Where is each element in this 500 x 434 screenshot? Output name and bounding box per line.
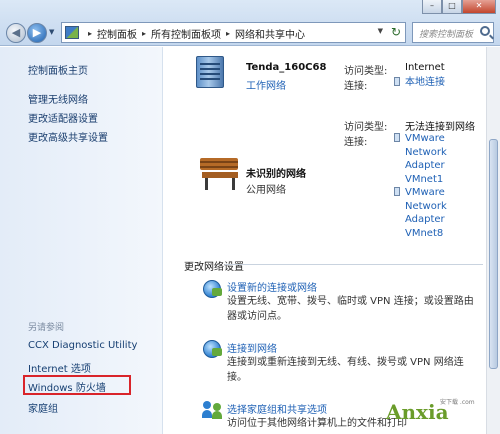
task-description: 连接到或重新连接到无线、有线、拨号或 VPN 网络连接。: [227, 357, 464, 383]
network-adapter-icon: [394, 77, 400, 86]
access-type-label: 访问类型:: [344, 66, 388, 77]
sidebar-link-internet-options[interactable]: Internet 选项: [28, 360, 91, 375]
recent-pages-dropdown[interactable]: ▼: [49, 28, 54, 36]
chevron-right-icon[interactable]: ▸: [226, 29, 230, 38]
section-divider: [225, 264, 483, 265]
network-adapter-icon: [394, 187, 400, 196]
sidebar-link-ccx[interactable]: CCX Diagnostic Utility: [28, 340, 137, 351]
refresh-icon[interactable]: ↻: [391, 25, 401, 39]
title-bar: – □ ✕ ◀ ▶ ▼ ▸ 控制面板 ▸ 所有控制面板项 ▸ 网络和共享中心 ▼…: [0, 0, 500, 46]
connection-label-part: Adapter: [405, 214, 445, 225]
control-panel-icon: [65, 26, 79, 39]
connection-label-part: Network: [405, 200, 447, 212]
address-bar[interactable]: ▸ 控制面板 ▸ 所有控制面板项 ▸ 网络和共享中心 ▼ ↻: [61, 22, 406, 43]
forward-button[interactable]: ▶: [27, 23, 47, 43]
back-button[interactable]: ◀: [6, 23, 26, 43]
chevron-down-icon[interactable]: ▼: [378, 27, 383, 35]
sidebar-link-firewall[interactable]: Windows 防火墙: [28, 379, 106, 394]
search-icon[interactable]: [480, 26, 490, 36]
sidebar-link-homegroup[interactable]: 家庭组: [28, 400, 58, 415]
connection-link-vmnet8[interactable]: VMware Network Adapter VMnet8: [394, 186, 447, 240]
network-name: Tenda_160C68: [246, 62, 327, 73]
chevron-right-icon[interactable]: ▸: [142, 29, 146, 38]
minimize-button[interactable]: –: [422, 0, 442, 14]
task-description: 访问位于其他网络计算机上的文件和打印: [227, 418, 407, 429]
connections-label: 连接:: [344, 137, 368, 148]
network-type: 公用网络: [246, 185, 286, 196]
task-link-new-connection[interactable]: 设置新的连接或网络: [227, 279, 317, 294]
back-arrow-icon: ◀: [11, 26, 21, 39]
access-type-label: 访问类型:: [344, 122, 388, 133]
connection-label: 本地连接: [405, 77, 445, 88]
sidebar-link-sharing[interactable]: 更改高级共享设置: [28, 129, 108, 144]
connection-label-part: Adapter: [405, 160, 445, 171]
section-title: 更改网络设置: [184, 262, 244, 273]
network-name: 未识别的网络: [246, 169, 306, 180]
sidebar-link-home[interactable]: 控制面板主页: [28, 62, 88, 77]
task-link-homegroup[interactable]: 选择家庭组和共享选项: [227, 401, 327, 416]
task-description-line: 设置无线、宽带、拨号、临时或 VPN 连接；或设置路由: [227, 296, 474, 307]
task-description-line: 器或访问点。: [227, 311, 287, 322]
work-network-icon: [196, 56, 224, 88]
connection-label-part: Network: [405, 146, 447, 158]
homegroup-icon: [202, 401, 222, 419]
connections-label: 连接:: [344, 81, 368, 92]
network-adapter-icon: [394, 133, 400, 142]
network-type-link[interactable]: 工作网络: [246, 77, 286, 92]
access-type-value: 无法连接到网络: [405, 122, 475, 133]
close-button[interactable]: ✕: [462, 0, 496, 14]
breadcrumb-all-items[interactable]: 所有控制面板项: [151, 26, 221, 41]
search-placeholder: 搜索控制面板: [419, 30, 474, 40]
sidebar-link-wireless[interactable]: 管理无线网络: [28, 91, 88, 106]
chevron-right-icon: ▸: [88, 29, 93, 38]
watermark-subtext: 安下载 .com: [440, 399, 475, 406]
connect-network-icon: [203, 340, 222, 358]
connection-label-part: VMnet1: [405, 173, 444, 185]
breadcrumb: ▸ 控制面板 ▸ 所有控制面板项 ▸ 网络和共享中心: [83, 26, 305, 41]
breadcrumb-control-panel[interactable]: 控制面板: [97, 26, 137, 41]
connection-link-local[interactable]: 本地连接: [394, 76, 445, 90]
task-link-connect[interactable]: 连接到网络: [227, 340, 277, 355]
connection-label-part: VMware: [405, 133, 445, 144]
connection-label-part: VMnet8: [405, 227, 444, 239]
window-controls: – □ ✕: [422, 0, 496, 14]
search-box[interactable]: 搜索控制面板: [412, 22, 494, 43]
public-network-bench-icon: [200, 158, 238, 190]
new-connection-icon: [203, 280, 222, 298]
breadcrumb-network-center[interactable]: 网络和共享中心: [235, 26, 305, 41]
connection-label-part: VMware: [405, 187, 445, 198]
access-type-value: Internet: [405, 62, 445, 73]
connection-link-vmnet1[interactable]: VMware Network Adapter VMnet1: [394, 132, 447, 186]
scrollbar-thumb[interactable]: [489, 139, 498, 369]
see-also-title: 另请参阅: [28, 323, 65, 333]
maximize-button[interactable]: □: [442, 0, 462, 14]
task-description: 设置无线、宽带、拨号、临时或 VPN 连接；或设置路由 器或访问点。: [227, 294, 477, 324]
vertical-scrollbar[interactable]: [486, 47, 500, 434]
sidebar-link-adapter[interactable]: 更改适配器设置: [28, 110, 98, 125]
forward-arrow-icon: ▶: [32, 26, 42, 39]
